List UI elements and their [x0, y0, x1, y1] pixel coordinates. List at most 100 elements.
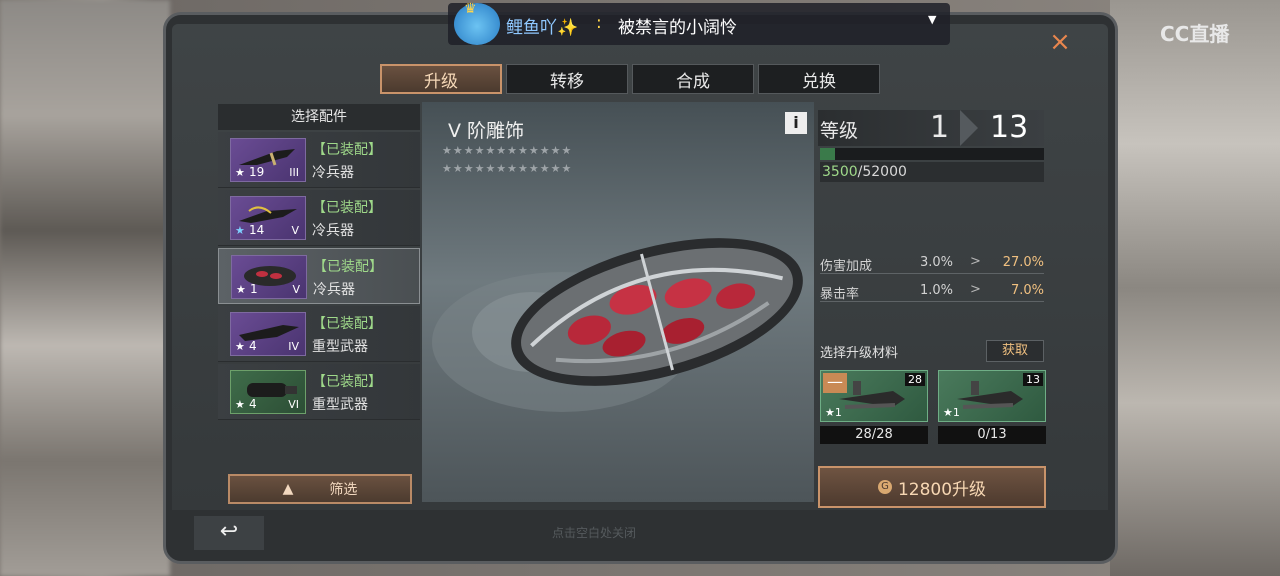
crown-icon: ♛: [464, 1, 477, 17]
material-quantity: 28/28: [820, 426, 928, 444]
weapon-type: 重型武器: [312, 397, 368, 413]
list-item[interactable]: ★ 4 VI 【已装配】 重型武器: [218, 364, 420, 420]
material-star: ★1: [825, 406, 842, 419]
danmaku-text: 被禁言的小阔怜: [618, 18, 737, 38]
sparkle-icon: ✨: [557, 18, 579, 38]
gold-coin-icon: G: [877, 480, 892, 494]
experience-bar-fill: [820, 148, 835, 160]
danmaku-username: 鲤鱼吖✨: [506, 18, 579, 38]
equipped-badge: 【已装配】: [312, 142, 382, 158]
bottom-bar: ↩ 点击空白处关闭: [172, 510, 1108, 554]
material-count: 28: [905, 373, 925, 386]
accessory-thumbnail: ★ 19 III: [230, 138, 306, 182]
accessory-thumbnail: ★ 14 V: [230, 196, 306, 240]
close-hint[interactable]: 点击空白处关闭: [552, 524, 636, 541]
carving-model-image: [432, 238, 803, 412]
level-current: 1: [930, 110, 950, 145]
back-icon[interactable]: ↩: [194, 516, 264, 550]
stat-row-crit: 暴击率 1.0% > 7.0%: [820, 280, 1044, 302]
avatar: [454, 3, 500, 45]
close-icon[interactable]: ×: [1046, 28, 1074, 56]
upgrade-button-label: 12800升级: [897, 479, 987, 500]
material-slot[interactable]: 13 ★1: [938, 370, 1046, 422]
accessory-tier: V: [292, 283, 300, 296]
accessory-list-panel: 选择配件 ★ 19 III 【已装配】 冷兵器 ★ 14 V 【已装配】 冷兵器: [218, 104, 420, 504]
filter-label: 筛选: [329, 482, 358, 498]
accessory-tier: III: [289, 166, 299, 179]
game-screen: 升级 转移 合成 兑换 × 选择配件 ★ 19 III 【已装配】 冷兵器 ★ …: [172, 24, 1108, 554]
equipped-badge: 【已装配】: [312, 316, 382, 332]
accessory-level: 1: [250, 282, 258, 296]
star-icon: ★: [235, 398, 245, 411]
material-count: 13: [1023, 373, 1043, 386]
accessory-tier: IV: [288, 340, 299, 353]
filter-icon: ▲: [282, 481, 294, 497]
accessory-tier: V: [291, 224, 299, 237]
weapon-type: 冷兵器: [312, 165, 354, 181]
equipped-badge: 【已装配】: [312, 200, 382, 216]
level-label: 等级: [820, 120, 859, 142]
star-icon: ★: [236, 283, 246, 296]
list-item[interactable]: ★ 14 V 【已装配】 冷兵器: [218, 190, 420, 246]
star-icon: ★: [235, 166, 245, 179]
background-right: [1110, 0, 1280, 576]
material-quantity: 0/13: [938, 426, 1046, 444]
accessory-thumbnail: ★ 1 V: [231, 255, 307, 299]
filter-button[interactable]: ▲ 筛选: [228, 474, 412, 504]
accessory-level: 4: [249, 397, 257, 411]
item-preview: V 阶雕饰 ★★★★★★★★★★★★ ★★★★★★★★★★★★ i: [422, 102, 814, 502]
stat-row-damage: 伤害加成 3.0% > 27.0%: [820, 252, 1044, 274]
accessory-level: 19: [249, 165, 265, 179]
chevron-right-icon: >: [970, 254, 981, 269]
material-slot[interactable]: — 28 ★1: [820, 370, 928, 422]
weapon-type: 重型武器: [312, 339, 368, 355]
experience-max: /52000: [857, 164, 907, 180]
remove-material-button[interactable]: —: [823, 373, 847, 393]
level-display: 等级 1 13: [818, 110, 1044, 146]
accessory-thumbnail: ★ 4 IV: [230, 312, 306, 356]
danmaku-separator: :: [596, 13, 602, 33]
experience-bar: [820, 148, 1044, 160]
stat-name: 伤害加成: [820, 259, 873, 274]
dropdown-caret-icon[interactable]: ▼: [928, 13, 936, 26]
tab-transfer[interactable]: 转移: [506, 64, 628, 94]
materials-label: 选择升级材料: [820, 346, 899, 361]
weapon-type: 冷兵器: [313, 282, 355, 298]
accessory-thumbnail: ★ 4 VI: [230, 370, 306, 414]
level-target: 13: [990, 110, 1029, 145]
cc-live-watermark: CC直播: [1160, 22, 1230, 46]
experience-current: 3500: [822, 164, 858, 180]
star-icon: ★: [235, 340, 245, 353]
danmaku-message: ♛ 鲤鱼吖✨ : 被禁言的小阔怜 ▼: [448, 1, 950, 45]
tab-upgrade[interactable]: 升级: [380, 64, 502, 94]
stat-after: 27.0%: [1002, 255, 1044, 270]
upgrade-button[interactable]: G 12800升级: [818, 466, 1046, 508]
list-item[interactable]: ★ 4 IV 【已装配】 重型武器: [218, 306, 420, 362]
list-item-selected[interactable]: ★ 1 V 【已装配】 冷兵器: [218, 248, 420, 304]
stat-divider: [820, 301, 1044, 302]
accessory-tier: VI: [288, 398, 299, 411]
chevron-right-icon: >: [970, 282, 981, 297]
obtain-button[interactable]: 获取: [986, 340, 1044, 362]
accessory-level: 14: [249, 223, 265, 237]
stat-after: 7.0%: [1010, 283, 1044, 298]
stat-before: 3.0%: [920, 255, 954, 270]
background-left: [0, 0, 170, 576]
equipped-badge: 【已装配】: [313, 259, 383, 275]
stat-name: 暴击率: [820, 287, 860, 302]
accessory-level: 4: [249, 339, 257, 353]
stat-divider: [820, 273, 1044, 274]
material-wrench-icon: [839, 381, 905, 409]
experience-text: 3500/52000: [820, 162, 1044, 182]
tab-exchange[interactable]: 兑换: [758, 64, 880, 94]
material-star: ★1: [943, 406, 960, 419]
upgrade-panel: 等级 1 13 3500/52000 伤害加成 3.0% > 27.0% 暴击率…: [818, 110, 1048, 510]
tab-bar: 升级 转移 合成 兑换: [380, 64, 880, 94]
tab-synthesize[interactable]: 合成: [632, 64, 754, 94]
material-wrench-icon: [957, 381, 1023, 409]
list-item[interactable]: ★ 19 III 【已装配】 冷兵器: [218, 132, 420, 188]
equipped-badge: 【已装配】: [312, 374, 382, 390]
weapon-type: 冷兵器: [312, 223, 354, 239]
arrow-right-icon: [960, 110, 978, 146]
star-icon: ★: [235, 224, 245, 237]
